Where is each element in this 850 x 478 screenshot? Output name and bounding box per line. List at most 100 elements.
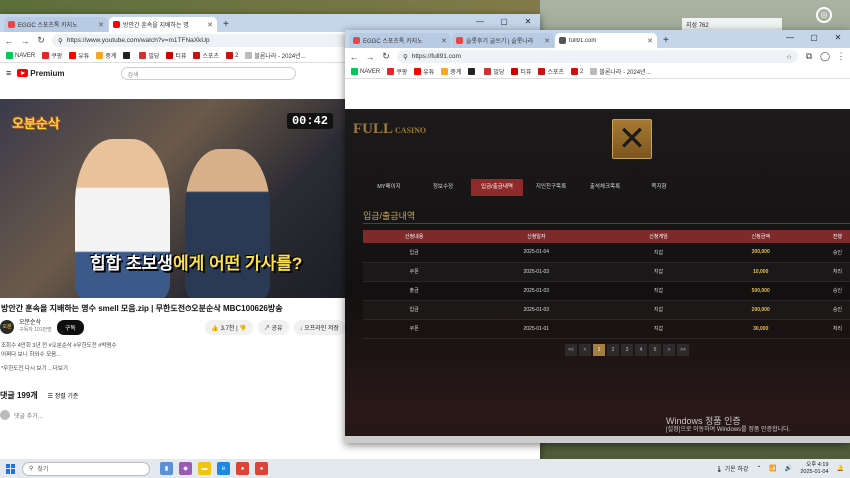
nav-tab[interactable]: 지인친구목록: [525, 179, 577, 196]
bookmark-item[interactable]: [468, 68, 477, 75]
page-button[interactable]: <<: [565, 344, 577, 356]
bookmark-item[interactable]: 스포츠: [538, 67, 564, 76]
bookmark-item[interactable]: 밀당: [484, 67, 504, 76]
site-info-icon[interactable]: ⚲: [58, 37, 63, 45]
bookmark-item[interactable]: 중계: [96, 51, 116, 60]
back-icon[interactable]: ←: [4, 36, 14, 46]
chrome-app-icon[interactable]: ●: [236, 462, 249, 475]
browser-tab[interactable]: EGGC 스포츠톡 카지노 ✕: [4, 17, 108, 32]
channel-name[interactable]: 오분순삭: [19, 320, 52, 327]
back-icon[interactable]: ←: [349, 52, 359, 62]
bookmark-item[interactable]: 2: [571, 68, 583, 75]
desktop-app-icon[interactable]: ◎: [816, 7, 832, 23]
forward-icon[interactable]: →: [365, 52, 375, 62]
add-comment-row[interactable]: 댓글 추가...: [0, 410, 43, 420]
bookmark-item[interactable]: 밀당: [139, 51, 159, 60]
forward-icon[interactable]: →: [20, 36, 30, 46]
new-tab-button[interactable]: +: [218, 17, 234, 32]
notes-app-icon[interactable]: ▬: [198, 462, 211, 475]
page-button[interactable]: 4: [635, 344, 647, 356]
minimize-icon[interactable]: —: [778, 30, 802, 48]
youtube-logo[interactable]: Premium: [17, 69, 65, 78]
bookmark-item[interactable]: 유튜: [414, 67, 434, 76]
new-tab-button[interactable]: +: [658, 33, 674, 48]
search-input[interactable]: 검색: [120, 66, 296, 80]
volume-icon[interactable]: 🔊: [785, 465, 792, 472]
browser-tab[interactable]: EGGC 스포츠톡 카지노 ✕: [349, 33, 451, 48]
video-description[interactable]: 조회수 4만회 3년 전 #오분순삭 #무한도전 #박명수 어쩌다 보니 하와수…: [0, 342, 345, 374]
page-button[interactable]: >>: [677, 344, 689, 356]
bookmark-item[interactable]: 블론나라 - 2024년...: [245, 51, 306, 60]
offline-save-button[interactable]: ↓ 오프라인 저장: [293, 319, 345, 335]
bookmark-item[interactable]: 쿠팡: [387, 67, 407, 76]
close-window-icon[interactable]: ✕: [826, 30, 850, 48]
close-tab-icon[interactable]: ✕: [647, 37, 653, 45]
casino-logo[interactable]: FULL CASINO: [353, 121, 426, 138]
bookmark-item[interactable]: 티퓨: [511, 67, 531, 76]
bookmark-label: 2: [235, 52, 239, 59]
bookmark-item[interactable]: 유튜: [69, 51, 89, 60]
more-menu-icon[interactable]: ⋮: [836, 51, 846, 62]
menu-icon[interactable]: ≡: [6, 68, 11, 78]
bookmark-item[interactable]: 2: [226, 52, 238, 59]
chrome2-app-icon[interactable]: ●: [255, 462, 268, 475]
profile-icon[interactable]: ◯: [820, 51, 830, 62]
nav-tab[interactable]: 정보수정: [417, 179, 469, 196]
sort-button[interactable]: ☰ 정렬 기준: [48, 391, 79, 400]
site-info-icon[interactable]: ⚲: [403, 53, 408, 61]
reload-icon[interactable]: ↻: [36, 35, 46, 46]
page-button[interactable]: >: [663, 344, 675, 356]
taskbar-search-input[interactable]: ⚲ 찾기: [22, 461, 150, 476]
nav-tab[interactable]: 쪽지함: [633, 179, 685, 196]
column-header: 신청내용: [363, 230, 466, 243]
bookmark-item[interactable]: 중계: [441, 67, 461, 76]
channel-avatar[interactable]: 오분: [0, 320, 14, 334]
subtitle-part: 힙합 초보생: [90, 254, 173, 273]
store-app-icon[interactable]: ◆: [179, 462, 192, 475]
nav-tab[interactable]: MY페이지: [363, 179, 415, 196]
close-tab-icon[interactable]: ✕: [207, 21, 213, 29]
video-player[interactable]: 오분순삭 00:42 힙합 초보생에게 어떤 가사를?: [0, 99, 345, 298]
network-icon[interactable]: 📶: [769, 465, 776, 472]
bookmark-star-icon[interactable]: ☆: [786, 53, 792, 61]
address-bar[interactable]: ⚲ https://full91.com ☆: [397, 50, 798, 63]
close-tab-icon[interactable]: ✕: [441, 37, 447, 45]
page-button[interactable]: 2: [607, 344, 619, 356]
maximize-icon[interactable]: ▢: [802, 30, 826, 48]
weather-tray[interactable]: 🌡 기온 하강: [715, 464, 748, 473]
nav-tab[interactable]: 입금/출금내역: [471, 179, 523, 196]
bookmark-item[interactable]: 스포츠: [193, 51, 219, 60]
browser-tab-active[interactable]: 방안간 훈속을 지배하는 명 ✕: [109, 17, 217, 32]
browser-tab[interactable]: 슬롯후기 글쓰기 | 슬롯나라 ✕: [452, 33, 554, 48]
files-app-icon[interactable]: ▮: [160, 462, 173, 475]
tab-favicon-icon: [559, 37, 566, 44]
bookmark-item[interactable]: 블론나라 - 2024년...: [590, 67, 651, 76]
browser-tab-active[interactable]: full91.com ✕: [555, 33, 657, 48]
windows-start-icon[interactable]: [6, 463, 16, 474]
page-button[interactable]: 3: [621, 344, 633, 356]
casino-page: FULL CASINO ✕ MY페이지 정보수정 입금/출금내역 지인친구목록 출석체크목…: [345, 109, 850, 443]
bookmark-item[interactable]: 쿠팡: [42, 51, 62, 60]
bookmark-item[interactable]: NAVER: [6, 52, 35, 59]
page-button[interactable]: 5: [649, 344, 661, 356]
clock[interactable]: 오후 4:19 2025-01-04: [800, 462, 828, 476]
share-button[interactable]: ↗ 공유: [257, 319, 289, 335]
watermark-title: Windows 정품 인증: [666, 416, 741, 426]
tab-favicon-icon: [8, 21, 15, 28]
close-tab-icon[interactable]: ✕: [98, 21, 104, 29]
close-tab-icon[interactable]: ✕: [544, 37, 550, 45]
page-button[interactable]: 1: [593, 344, 605, 356]
bookmark-item[interactable]: 티퓨: [166, 51, 186, 60]
close-popup-button[interactable]: ✕: [612, 119, 652, 159]
subscribe-button[interactable]: 구독: [56, 319, 84, 335]
like-button[interactable]: 👍 3.7천 | 👎: [205, 319, 253, 335]
bookmark-item[interactable]: [123, 52, 132, 59]
bookmark-item[interactable]: NAVER: [351, 68, 380, 75]
notification-icon[interactable]: 🔔: [837, 465, 844, 472]
extensions-icon[interactable]: ⧉: [804, 51, 814, 62]
reload-icon[interactable]: ↻: [381, 51, 391, 62]
nav-tab[interactable]: 출석체크목록: [579, 179, 631, 196]
page-button[interactable]: <: [579, 344, 591, 356]
edge-app-icon[interactable]: e: [217, 462, 230, 475]
tray-overflow-icon[interactable]: ⌃: [756, 465, 761, 472]
